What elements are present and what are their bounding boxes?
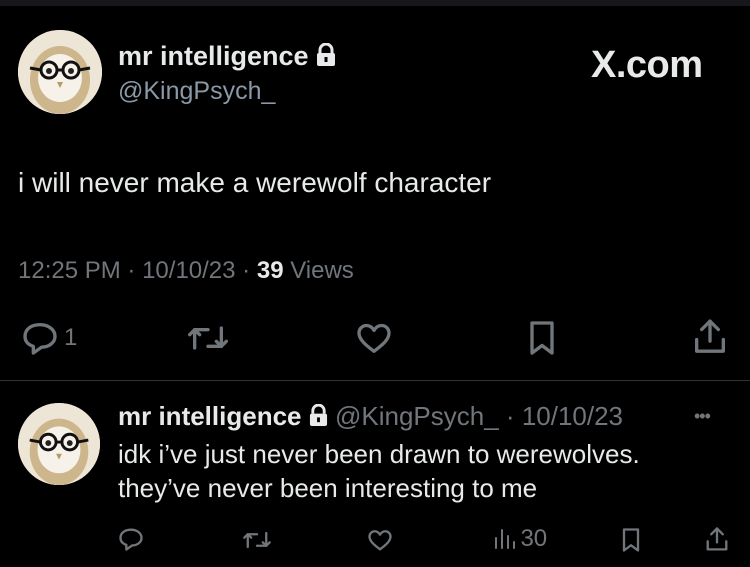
reply-date[interactable]: 10/10/23 — [522, 401, 623, 431]
retweet-button[interactable] — [186, 318, 230, 358]
reply-icon — [119, 528, 143, 551]
author-name[interactable]: mr intelligence — [118, 40, 336, 74]
reply-author-handle[interactable]: @KingPsych_ — [335, 401, 499, 431]
reply-author-name[interactable]: mr intelligence — [118, 401, 302, 431]
share-button[interactable] — [690, 316, 730, 358]
views-icon — [495, 529, 515, 549]
reply-text-line: idk i’ve just never been drawn to werewo… — [118, 439, 640, 469]
lock-icon — [309, 402, 328, 434]
meta-separator: · — [242, 257, 251, 284]
share-icon — [706, 527, 728, 551]
tweet-time[interactable]: 12:25 PM — [18, 257, 121, 284]
author-name-text[interactable]: mr intelligence — [118, 41, 309, 71]
views-count: 39 — [256, 257, 284, 284]
reply-icon — [23, 323, 57, 355]
reply-like-button[interactable] — [366, 526, 394, 554]
reply-reply-button[interactable] — [117, 525, 145, 553]
author-handle[interactable]: @KingPsych_ — [118, 76, 275, 106]
share-icon — [695, 319, 725, 353]
like-icon — [357, 323, 391, 353]
retweet-icon — [243, 531, 271, 549]
bookmark-button[interactable] — [522, 318, 562, 358]
reply-header: mr intelligence @KingPsych_ · 10/10/23 — [118, 400, 623, 434]
more-options-icon[interactable]: ••• — [694, 402, 711, 430]
reply-avatar[interactable] — [18, 403, 100, 485]
top-divider — [0, 0, 750, 6]
tweet-date[interactable]: 10/10/23 — [142, 257, 235, 284]
reply-text: idk i’ve just never been drawn to werewo… — [118, 437, 640, 505]
like-button[interactable] — [354, 318, 394, 358]
bookmark-icon — [622, 528, 640, 552]
views-label: Views — [290, 257, 354, 284]
x-logo: X.com — [591, 44, 703, 86]
reply-bookmark-button[interactable] — [617, 526, 645, 554]
retweet-icon — [188, 326, 228, 350]
bookmark-icon — [530, 321, 554, 355]
like-icon — [368, 530, 392, 551]
reply-share-button[interactable] — [703, 525, 731, 554]
avatar[interactable] — [18, 30, 102, 114]
reply-button[interactable] — [20, 318, 60, 358]
reply-text-line: they’ve never been interesting to me — [118, 473, 538, 503]
reply-views-count: 30 — [520, 525, 548, 552]
reply-retweet-button[interactable] — [242, 526, 272, 554]
meta-separator: · — [127, 257, 136, 284]
tweet-divider — [0, 380, 750, 381]
lock-icon — [316, 42, 336, 74]
reply-count: 1 — [64, 324, 78, 351]
tweet-meta: 12:25 PM · 10/10/23 · 39 Views — [18, 256, 354, 286]
reply-views-button[interactable]: 30 — [492, 524, 547, 554]
tweet-text: i will never make a werewolf character — [18, 167, 492, 198]
meta-separator: · — [505, 401, 515, 431]
